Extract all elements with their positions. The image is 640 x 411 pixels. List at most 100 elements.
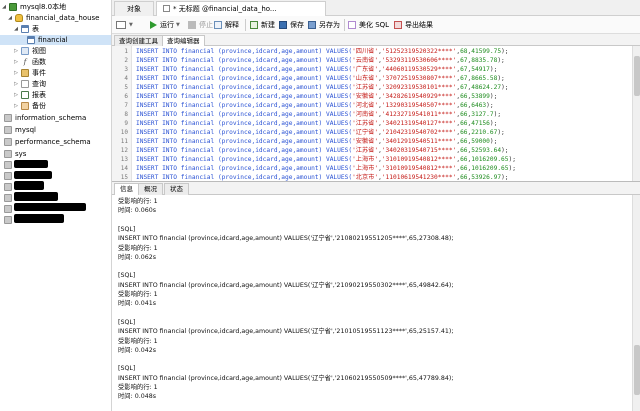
tab-info[interactable]: 信息 [114,183,139,195]
reports-node[interactable]: ▷ 报表 [13,90,46,100]
collapse-icon[interactable]: ◢ [13,24,19,34]
table-label: financial [38,36,68,44]
events-node[interactable]: ▷ 事件 [13,68,46,78]
collapse-icon[interactable]: ◢ [1,2,7,12]
value-amt: 2210.67 [471,129,498,136]
expand-icon[interactable]: ▷ [13,68,19,78]
value-amt: 8665.58 [471,75,498,82]
toolbar-menu-button[interactable]: ▼ [116,19,133,31]
value-age: 66 [460,102,468,109]
line-number: 6 [124,93,128,100]
function-icon: f [23,58,27,66]
message-log: 受影响的行: 1 时间: 0.060s [SQL] INSERT INTO finan… [112,195,640,411]
code-line: INSERT INTO financial (province,idcard,a… [136,128,505,137]
punctuation: ); [497,129,505,136]
value-id: '31010919540812****' [381,165,457,172]
sql-prefix: INSERT INTO financial (province,idcard,a… [136,147,353,154]
value-id: '34021319540127****' [381,120,457,127]
stop-button[interactable]: 停止 [188,19,213,31]
database-icon [4,194,12,202]
save-label: 保存 [290,21,304,29]
save-as-button[interactable]: 另存为 [308,19,340,31]
message-line: [SQL] [118,225,136,233]
database-icon [4,216,12,224]
query-toolbar: ▼ 运行 ▼ 停止 解释 新建 保存 另存为 美化 SQL 导出结果 [112,16,640,34]
value-id: '53293119530606****' [381,57,457,64]
db-node-mysql[interactable]: mysql [2,125,36,135]
menu-icon [116,21,126,29]
beautify-sql-button[interactable]: 美化 SQL [348,19,389,31]
message-line: 受影响的行: 1 [118,198,158,205]
save-button[interactable]: 保存 [279,19,304,31]
expand-icon[interactable]: ▷ [13,79,19,89]
punctuation: ); [508,156,516,163]
tab-status[interactable]: 状态 [164,183,189,195]
database-node[interactable]: ◢ financial_data_house [7,13,99,23]
new-button[interactable]: 新建 [250,19,275,31]
sql-editor[interactable]: 1 2 3 4 5 6 7 8 9 10 11 12 13 14 15 INSERT INTO financ… [112,46,640,182]
value-amt: 6463 [471,102,487,109]
database-icon [15,14,23,22]
connection-label: mysql8.0本地 [20,3,67,11]
tab-query-builder[interactable]: 查询创建工具 [114,35,163,46]
db-node-sys[interactable]: sys [2,149,26,159]
sql-prefix: INSERT INTO financial (province,idcard,a… [136,48,353,55]
explain-button[interactable]: 解释 [214,19,239,31]
collapse-icon[interactable]: ◢ [7,13,13,23]
query-icon [21,80,29,88]
punctuation: ); [501,84,509,91]
table-item-financial[interactable]: financial [0,35,111,45]
code-line: INSERT INTO financial (province,idcard,a… [136,101,494,110]
value-amt: 59000 [471,138,490,145]
code-line: INSERT INTO financial (province,idcard,a… [136,110,501,119]
backups-node[interactable]: ▷ 备份 [13,101,46,111]
message-line: 时间: 0.048s [118,393,157,401]
value-prov: '江苏省' [352,120,379,127]
tables-node[interactable]: ◢ 表 [13,24,39,34]
redaction-mark [14,160,48,168]
tab-label: 状态 [170,185,183,193]
value-age: 66 [460,120,468,127]
message-line: [SQL] [118,318,136,326]
play-icon [150,21,157,29]
expand-icon[interactable]: ▷ [13,101,19,111]
expand-icon[interactable]: ▷ [13,46,19,56]
tab-query-label: * 无标题 @financial_data_ho... [173,5,277,13]
tab-profile[interactable]: 概况 [138,183,163,195]
tab-objects[interactable]: 对象 [114,1,154,16]
line-number: 2 [124,57,128,64]
editor-scrollbar[interactable] [632,46,640,181]
scrollbar-thumb[interactable] [634,56,640,96]
expand-icon[interactable]: ▷ [13,57,19,67]
code-line: INSERT INTO financial (province,idcard,a… [136,173,509,181]
message-line: 受影响的行: 1 [118,384,158,391]
functions-node[interactable]: ▷ f 函数 [13,57,46,67]
database-icon [4,205,12,213]
value-age: 66 [460,165,468,172]
sql-prefix: INSERT INTO financial (province,idcard,a… [136,111,353,118]
scrollbar-thumb[interactable] [634,345,640,395]
views-node[interactable]: ▷ 视图 [13,46,46,56]
run-button[interactable]: 运行 ▼ [150,19,180,31]
message-scrollbar[interactable] [632,195,640,411]
database-icon [4,183,12,191]
database-icon [4,114,12,122]
connection-node[interactable]: ◢ mysql8.0本地 [1,2,66,12]
punctuation: ); [493,111,502,118]
sql-prefix: INSERT INTO financial (province,idcard,a… [136,102,353,109]
queries-node[interactable]: ▷ 查询 [13,79,46,89]
redaction-mark [14,181,44,190]
code-line: INSERT INTO financial (province,idcard,a… [136,155,516,164]
export-label: 导出结果 [405,21,433,29]
db-node-information-schema[interactable]: information_schema [2,113,86,123]
explain-label: 解释 [225,21,239,29]
tab-query-editor[interactable]: 查询编辑器 [162,35,205,46]
database-icon [4,138,12,146]
value-prov: '四川省' [352,48,379,55]
value-amt: 3127.7 [471,111,494,118]
expand-icon[interactable]: ▷ [13,90,19,100]
tab-query[interactable]: * 无标题 @financial_data_ho... [156,1,326,16]
value-prov: '山东省' [352,75,379,82]
export-results-button[interactable]: 导出结果 [394,19,433,31]
db-node-performance-schema[interactable]: performance_schema [2,137,91,147]
